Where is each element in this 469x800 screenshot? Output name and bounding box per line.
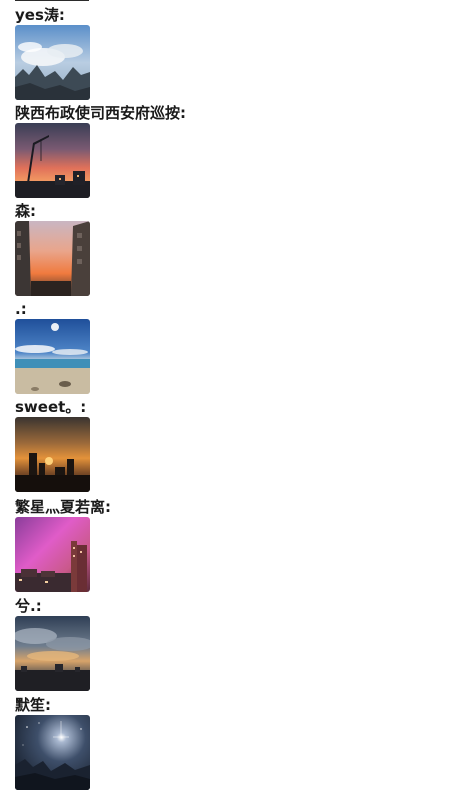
- night-sky-sparkle-photo: [15, 715, 90, 790]
- post-photo[interactable]: [15, 417, 90, 492]
- dramatic-clouds-photo: [15, 616, 90, 691]
- post-username[interactable]: 森:: [15, 201, 36, 221]
- street-sunset-photo: [15, 221, 90, 296]
- crane-sunset-photo: [15, 123, 90, 198]
- post-photo[interactable]: [15, 715, 90, 790]
- post-photo[interactable]: [15, 517, 90, 592]
- post-username[interactable]: .:: [15, 299, 27, 319]
- post-photo[interactable]: [15, 25, 90, 100]
- city-sunset-silhouette-photo: [15, 417, 90, 492]
- pink-sky-buildings-photo: [15, 517, 90, 592]
- post-username[interactable]: yes涛:: [15, 5, 65, 25]
- post-username[interactable]: 默笙:: [15, 695, 51, 715]
- post-photo[interactable]: [15, 616, 90, 691]
- mountain-sky-photo: [15, 25, 90, 100]
- post-username[interactable]: sweet。:: [15, 397, 86, 417]
- post-username[interactable]: 陕西布政使司西安府巡按:: [15, 103, 186, 123]
- post-username[interactable]: 繁星灬夏若离:: [15, 497, 111, 517]
- post-photo[interactable]: [15, 123, 90, 198]
- beach-blue-sky-photo: [15, 319, 90, 394]
- top-divider: [15, 0, 89, 1]
- post-username[interactable]: 兮.:: [15, 596, 42, 616]
- post-photo[interactable]: [15, 221, 90, 296]
- post-photo[interactable]: [15, 319, 90, 394]
